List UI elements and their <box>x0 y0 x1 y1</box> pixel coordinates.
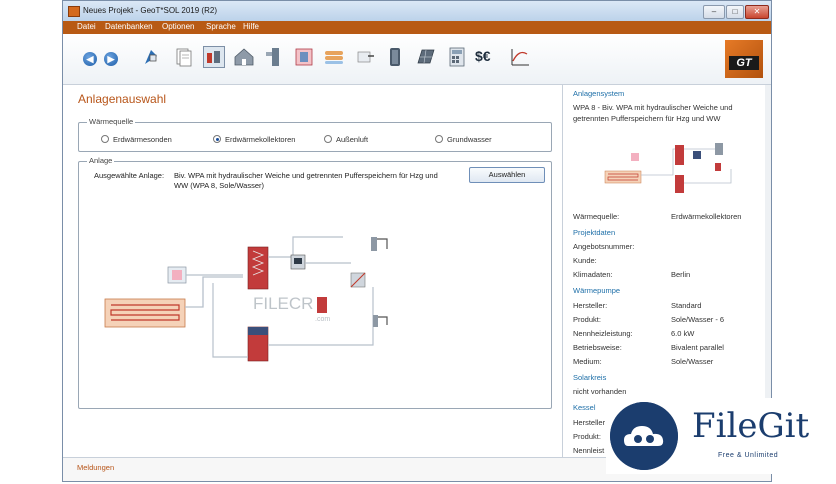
currency-icon[interactable]: $€ <box>475 48 501 70</box>
diagram-watermark: FILECR <box>253 294 313 313</box>
radio-grundwasser[interactable]: Grundwasser <box>435 135 492 144</box>
menu-bar: Datei Datenbanken Optionen Sprache Hilfe <box>63 21 771 34</box>
heat-source-group: Wärmequelle Erdwärmesonden Erdwärmekolle… <box>78 117 552 152</box>
menu-optionen[interactable]: Optionen <box>162 22 194 31</box>
heat-source-info-label: Wärmequelle: <box>573 212 620 221</box>
manufacturer-label: Hersteller: <box>573 301 608 310</box>
documents-icon[interactable] <box>173 46 195 68</box>
section-waermepumpe: Wärmepumpe <box>573 286 621 295</box>
menu-datei[interactable]: Datei <box>77 22 96 31</box>
system-thumbnail <box>604 143 732 193</box>
radiator-icon[interactable] <box>323 46 345 68</box>
house-icon[interactable] <box>233 46 255 68</box>
system-group-label: Anlage <box>87 156 115 165</box>
storage-icon[interactable] <box>293 46 315 68</box>
rated-power-label: Nennheizleistung: <box>573 329 633 338</box>
water-tap-icon[interactable] <box>354 46 376 68</box>
manufacturer-value: Standard <box>671 301 702 310</box>
menu-hilfe[interactable]: Hilfe <box>243 22 259 31</box>
filegit-brand: FileGit <box>692 406 810 446</box>
section-anlagensystem: Anlagensystem <box>573 89 625 98</box>
system-description-line1: WPA 8 - Biv. WPA mit hydraulischer Weich… <box>573 103 733 112</box>
operation-label: Betriebsweise: <box>573 343 622 352</box>
boiler-product-label: Produkt: <box>573 432 601 441</box>
diagram-watermark-sub: .com <box>315 316 330 323</box>
system-diagram: FILECR .com <box>104 236 388 362</box>
heat-source-info-value: Erdwärmekollektoren <box>671 212 742 221</box>
filegit-watermark: FileGit Free & Unlimited <box>606 398 822 474</box>
close-button[interactable]: ✕ <box>745 5 769 19</box>
select-system-button[interactable]: Auswählen <box>469 167 545 183</box>
app-icon <box>68 6 80 17</box>
toolbar: ◀ ▶ $€ GT <box>63 34 771 85</box>
system-description-line2: getrennten Pufferspeichern für Hzg und W… <box>573 114 721 123</box>
menu-sprache[interactable]: Sprache <box>206 22 236 31</box>
boiler-manufacturer-label: Hersteller <box>573 418 606 427</box>
operation-value: Bivalent parallel <box>671 343 724 352</box>
forward-icon[interactable]: ▶ <box>104 52 118 66</box>
heat-source-label: Wärmequelle <box>87 117 136 126</box>
selected-system-label: Ausgewählte Anlage: <box>94 171 165 180</box>
medium-value: Sole/Wasser <box>671 357 714 366</box>
calculator-icon[interactable] <box>446 46 468 68</box>
product-value: Sole/Wasser - 6 <box>671 315 725 324</box>
minimize-button[interactable]: – <box>703 5 725 19</box>
medium-label: Medium: <box>573 357 602 366</box>
back-icon[interactable]: ◀ <box>83 52 97 66</box>
heat-pump-icon[interactable] <box>263 46 285 68</box>
title-bar: Neues Projekt - GeoT*SOL 2019 (R2) – □ ✕ <box>63 1 771 21</box>
gt-logo: GT <box>725 40 763 78</box>
maximize-button[interactable]: □ <box>726 5 744 19</box>
tank-icon[interactable] <box>384 46 406 68</box>
boiler-rated-label: Nennleist <box>573 446 605 455</box>
system-icon[interactable] <box>203 46 225 68</box>
section-kessel: Kessel <box>573 403 596 412</box>
radio-erdwaermesonden[interactable]: Erdwärmesonden <box>101 135 172 144</box>
climate-value: Berlin <box>671 270 691 279</box>
section-projektdaten: Projektdaten <box>573 228 616 237</box>
filegit-tagline: Free & Unlimited <box>718 452 779 459</box>
messages-tab[interactable]: Meldungen <box>77 463 114 472</box>
cloud-logo-icon <box>610 402 678 470</box>
radio-aussenluft[interactable]: Außenluft <box>324 135 368 144</box>
radio-erdwaermekollektoren[interactable]: Erdwärmekollektoren <box>213 135 295 144</box>
main-panel: Anlagenauswahl Wärmequelle Erdwärmesonde… <box>63 85 560 457</box>
solar-value: nicht vorhanden <box>573 387 627 396</box>
menu-datenbanken[interactable]: Datenbanken <box>105 22 153 31</box>
customer-label: Kunde: <box>573 256 597 265</box>
selected-system-line1: Biv. WPA mit hydraulischer Weiche und ge… <box>174 171 438 180</box>
window-title: Neues Projekt - GeoT*SOL 2019 (R2) <box>83 6 217 15</box>
results-chart-icon[interactable] <box>509 46 531 68</box>
selected-system-line2: WW (WPA 8, Sole/Wasser) <box>174 181 265 190</box>
section-solarkreis: Solarkreis <box>573 373 607 382</box>
product-label: Produkt: <box>573 315 601 324</box>
page-title: Anlagenauswahl <box>78 92 167 106</box>
offer-number-label: Angebotsnummer: <box>573 242 635 251</box>
location-icon[interactable] <box>141 46 163 68</box>
solar-panel-icon[interactable] <box>415 46 437 68</box>
rated-power-value: 6.0 kW <box>671 329 695 338</box>
climate-label: Klimadaten: <box>573 270 613 279</box>
